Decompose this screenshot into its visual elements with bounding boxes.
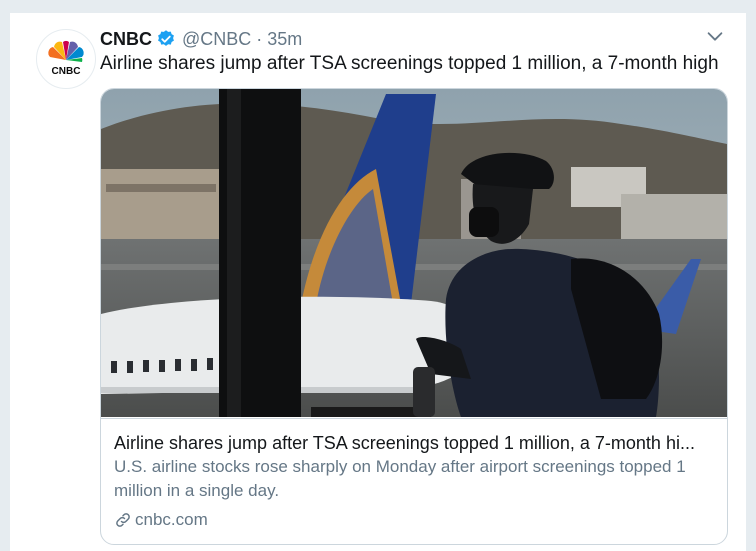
tweet-header: CNBC @CNBC · 35m bbox=[100, 27, 302, 51]
link-card[interactable]: Airline shares jump after TSA screenings… bbox=[100, 88, 728, 545]
avatar[interactable]: CNBC bbox=[36, 29, 96, 89]
cnbc-peacock-logo: CNBC bbox=[48, 41, 84, 77]
card-domain-link[interactable]: cnbc.com bbox=[114, 509, 715, 531]
card-title: Airline shares jump after TSA screenings… bbox=[114, 433, 695, 453]
separator-dot: · bbox=[256, 28, 263, 49]
card-description: U.S. airline stocks rose sharply on Mond… bbox=[114, 457, 686, 500]
tweet-text: Airline shares jump after TSA screenings… bbox=[100, 53, 719, 74]
link-icon bbox=[116, 513, 130, 527]
tweet[interactable]: CNBC CNBC @CNBC · 35m Airline shares jum… bbox=[10, 12, 746, 551]
card-domain[interactable]: cnbc.com bbox=[135, 509, 208, 531]
chevron-down-icon[interactable] bbox=[704, 25, 726, 47]
card-body: Airline shares jump after TSA screenings… bbox=[101, 418, 727, 544]
tweet-timestamp[interactable]: 35m bbox=[267, 29, 302, 50]
svg-text:CNBC: CNBC bbox=[52, 66, 81, 77]
author-name[interactable]: CNBC bbox=[100, 29, 152, 50]
card-image bbox=[101, 89, 727, 417]
verified-badge-icon bbox=[158, 30, 174, 46]
author-handle[interactable]: @CNBC bbox=[182, 29, 251, 50]
